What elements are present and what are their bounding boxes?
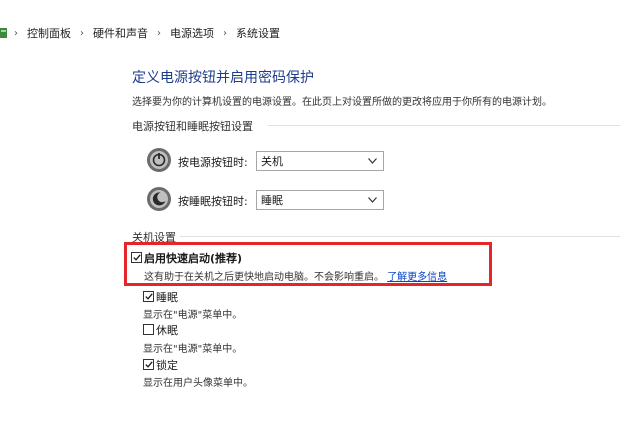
sleep-button-action-value: 睡眠 bbox=[261, 194, 283, 207]
power-button-action-select[interactable]: 关机 bbox=[256, 151, 384, 171]
sleep-button-label: 按睡眠按钮时: bbox=[178, 195, 248, 208]
fast-startup-description: 这有助于在关机之后更快地启动电脑。不会影响重启。 了解更多信息 bbox=[144, 268, 447, 283]
section-divider bbox=[180, 236, 620, 237]
sleep-checkbox[interactable] bbox=[143, 291, 154, 302]
fast-startup-label[interactable]: 启用快速启动(推荐) bbox=[144, 250, 242, 266]
hibernate-checkbox[interactable] bbox=[143, 324, 154, 335]
breadcrumb-separator: › bbox=[14, 27, 18, 39]
breadcrumb-system-settings[interactable]: 系统设置 bbox=[236, 25, 280, 41]
page-title: 定义电源按钮并启用密码保护 bbox=[132, 70, 314, 86]
breadcrumb-separator: › bbox=[223, 27, 227, 39]
fast-startup-description-text: 这有助于在关机之后更快地启动电脑。不会影响重启。 bbox=[144, 272, 384, 283]
power-button-action-value: 关机 bbox=[261, 155, 283, 168]
checkmark-icon bbox=[132, 254, 141, 261]
breadcrumb-control-panel[interactable]: 控制面板 bbox=[27, 25, 71, 41]
sleep-button-icon bbox=[147, 187, 171, 211]
section-divider bbox=[268, 125, 620, 126]
hibernate-option-label[interactable]: 休眠 bbox=[156, 322, 178, 338]
breadcrumb-power-options[interactable]: 电源选项 bbox=[170, 25, 214, 41]
lock-checkbox[interactable] bbox=[143, 359, 154, 370]
control-panel-icon bbox=[0, 28, 7, 38]
power-buttons-section-label: 电源按钮和睡眠按钮设置 bbox=[132, 120, 253, 133]
fast-startup-checkbox[interactable] bbox=[131, 252, 142, 263]
breadcrumb-hardware-sound[interactable]: 硬件和声音 bbox=[93, 25, 148, 41]
sleep-button-action-select[interactable]: 睡眠 bbox=[256, 190, 384, 210]
breadcrumb-separator: › bbox=[80, 27, 84, 39]
chevron-down-icon bbox=[368, 197, 377, 203]
sleep-option-description: 显示在"电源"菜单中。 bbox=[143, 310, 243, 321]
hibernate-option-description: 显示在"电源"菜单中。 bbox=[143, 344, 243, 355]
chevron-down-icon bbox=[368, 158, 377, 164]
breadcrumb-separator: › bbox=[157, 27, 161, 39]
learn-more-link[interactable]: 了解更多信息 bbox=[387, 272, 447, 283]
power-button-icon bbox=[147, 148, 171, 172]
breadcrumb: › 控制面板 › 硬件和声音 › 电源选项 › 系统设置 bbox=[0, 22, 280, 44]
power-button-label: 按电源按钮时: bbox=[178, 156, 248, 169]
checkmark-icon bbox=[144, 361, 153, 368]
lock-option-description: 显示在用户头像菜单中。 bbox=[143, 378, 253, 389]
page-description: 选择要为你的计算机设置的电源设置。在此页上对设置所做的更改将应用于你所有的电源计… bbox=[132, 97, 552, 108]
checkmark-icon bbox=[144, 293, 153, 300]
lock-option-label[interactable]: 锁定 bbox=[156, 357, 178, 373]
sleep-option-label[interactable]: 睡眠 bbox=[156, 289, 178, 305]
